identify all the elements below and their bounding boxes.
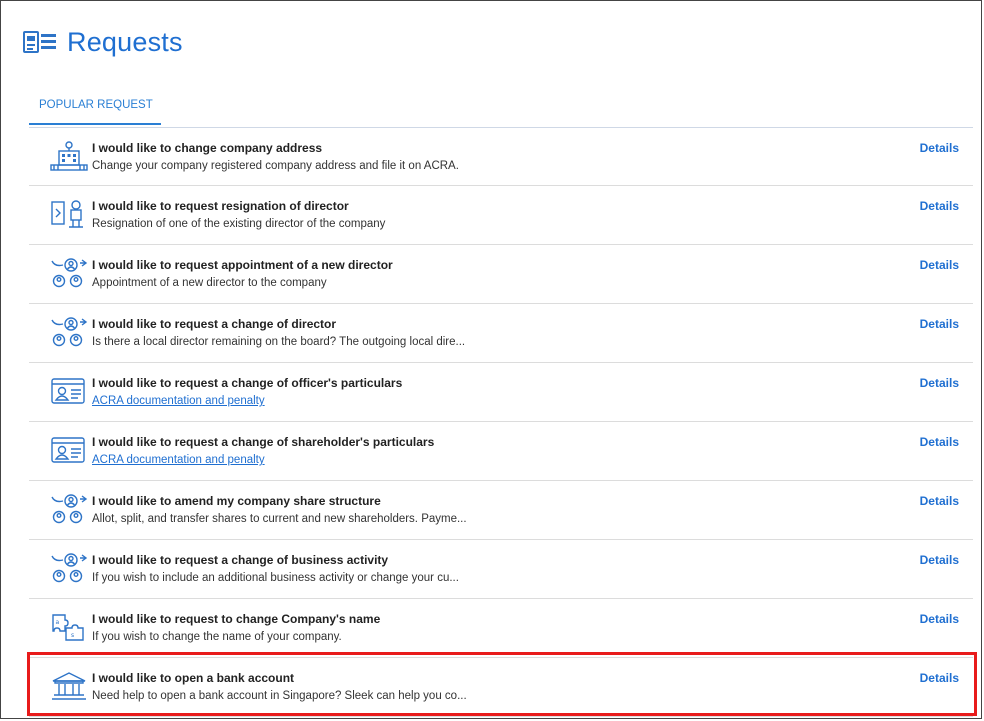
request-title: I would like to request a change of dire… bbox=[92, 317, 337, 331]
details-link[interactable]: Details bbox=[920, 435, 959, 449]
request-row[interactable]: I would like to change company address Ch… bbox=[29, 127, 973, 186]
request-list: I would like to change company address Ch… bbox=[29, 127, 973, 717]
details-link[interactable]: Details bbox=[920, 258, 959, 272]
details-link[interactable]: Details bbox=[920, 612, 959, 626]
details-link[interactable]: Details bbox=[920, 141, 959, 155]
request-title: I would like to request to change Compan… bbox=[92, 612, 381, 626]
people-network-icon bbox=[49, 552, 89, 584]
request-description: Allot, split, and transfer shares to cur… bbox=[92, 513, 467, 525]
acra-documentation-link[interactable]: ACRA documentation and penalty bbox=[92, 454, 265, 466]
request-title: I would like to request a change of offi… bbox=[92, 376, 403, 390]
page-header: Requests bbox=[23, 27, 183, 58]
request-title: I would like to amend my company share s… bbox=[92, 494, 381, 508]
request-description: Appointment of a new director to the com… bbox=[92, 277, 327, 289]
request-title: I would like to request a change of shar… bbox=[92, 435, 435, 449]
request-row[interactable]: I would like to request a change of dire… bbox=[29, 304, 973, 363]
people-network-icon bbox=[49, 493, 89, 525]
svg-text:s: s bbox=[71, 632, 74, 639]
request-title: I would like to open a bank account bbox=[92, 671, 295, 685]
svg-text:a: a bbox=[56, 619, 60, 626]
director-resign-icon bbox=[49, 198, 89, 230]
puzzle-rename-icon: a s bbox=[49, 611, 89, 643]
request-row[interactable]: I would like to open a bank account Need … bbox=[29, 658, 973, 717]
request-description: Is there a local director remaining on t… bbox=[92, 336, 466, 348]
request-description: Resignation of one of the existing direc… bbox=[92, 218, 386, 230]
requests-panel: Requests POPULAR REQUEST I would like to… bbox=[0, 0, 982, 719]
request-row[interactable]: I would like to request appointment of a… bbox=[29, 245, 973, 304]
request-row[interactable]: I would like to amend my company share s… bbox=[29, 481, 973, 540]
request-row[interactable]: I would like to request a change of shar… bbox=[29, 422, 973, 481]
details-link[interactable]: Details bbox=[920, 317, 959, 331]
people-network-icon bbox=[49, 257, 89, 289]
acra-documentation-link[interactable]: ACRA documentation and penalty bbox=[92, 395, 265, 407]
requests-icon bbox=[23, 30, 56, 53]
page-title: Requests bbox=[67, 27, 183, 57]
request-description: Change your company registered company a… bbox=[92, 160, 459, 172]
people-network-icon bbox=[49, 316, 89, 348]
id-card-icon bbox=[49, 375, 89, 407]
request-row[interactable]: I would like to request a change of offi… bbox=[29, 363, 973, 422]
request-row[interactable]: I would like to request a change of busi… bbox=[29, 540, 973, 599]
tab-bar: POPULAR REQUEST bbox=[29, 95, 161, 125]
request-description: Need help to open a bank account in Sing… bbox=[92, 690, 467, 702]
details-link[interactable]: Details bbox=[920, 199, 959, 213]
building-address-icon bbox=[49, 140, 89, 172]
request-title: I would like to change company address bbox=[92, 141, 323, 155]
tab-popular-request[interactable]: POPULAR REQUEST bbox=[29, 99, 161, 125]
request-title: I would like to request appointment of a… bbox=[92, 258, 393, 272]
request-title: I would like to request a change of busi… bbox=[92, 553, 389, 567]
request-row[interactable]: a s I would like to request to change Co… bbox=[29, 599, 973, 658]
id-card-icon bbox=[49, 434, 89, 466]
request-title: I would like to request resignation of d… bbox=[92, 199, 349, 213]
details-link[interactable]: Details bbox=[920, 494, 959, 508]
request-description: If you wish to include an additional bus… bbox=[92, 572, 459, 584]
details-link[interactable]: Details bbox=[920, 553, 959, 567]
bank-icon bbox=[49, 670, 89, 702]
details-link[interactable]: Details bbox=[920, 671, 959, 685]
request-description: If you wish to change the name of your c… bbox=[92, 631, 342, 643]
details-link[interactable]: Details bbox=[920, 376, 959, 390]
request-row[interactable]: I would like to request resignation of d… bbox=[29, 186, 973, 245]
